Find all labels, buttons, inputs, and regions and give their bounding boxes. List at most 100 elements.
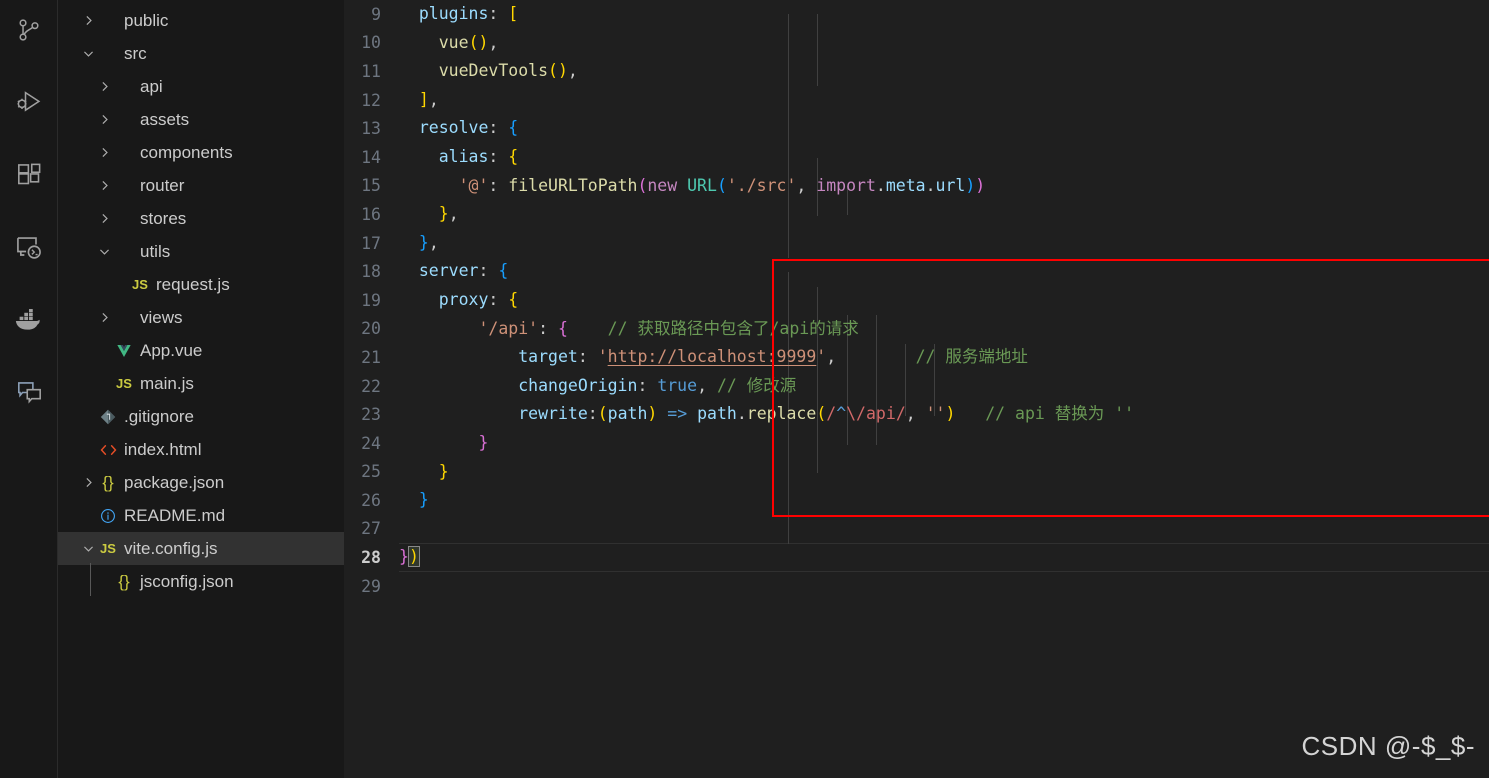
line-number: 15 (361, 176, 381, 196)
line-number: 24 (361, 433, 381, 453)
tree-item-stores[interactable]: stores (58, 202, 344, 235)
tree-item-readme-md[interactable]: README.md (58, 499, 344, 532)
code-line[interactable]: 20 '/api': { // 获取路径中包含了/api的请求 (344, 315, 1489, 344)
code-line-text: }, (418, 232, 439, 252)
code-line[interactable]: 29 (344, 572, 1489, 601)
tree-item-views[interactable]: views (58, 301, 344, 334)
tree-item-label: router (140, 176, 185, 195)
tree-item-label: stores (140, 209, 187, 228)
tree-item-vite-config-js[interactable]: JS vite.config.js (58, 532, 344, 565)
code-line[interactable]: 11 vueDevTools(), (344, 57, 1489, 86)
code-line[interactable]: 23 rewrite:(path) => path.replace(/^\/ap… (344, 400, 1489, 429)
tree-item-assets[interactable]: assets (58, 103, 344, 136)
code-line[interactable]: 27 (344, 515, 1489, 544)
code-line-text: }) (399, 546, 420, 568)
line-number: 22 (361, 376, 381, 396)
code-line[interactable]: 10 vue(), (344, 29, 1489, 58)
js-file-icon: JS (116, 376, 132, 391)
line-number: 11 (361, 61, 381, 81)
chevron-right-icon[interactable] (96, 103, 113, 136)
gitignore-file-icon (97, 409, 119, 425)
code-line[interactable]: 12 ], (344, 86, 1489, 115)
code-line[interactable]: 25 } (344, 458, 1489, 487)
code-line-text: target: 'http://localhost:9999', // 服务端地… (518, 347, 1028, 367)
line-number: 9 (371, 4, 381, 24)
chevron-down-icon[interactable] (80, 37, 97, 70)
tree-item-package-json[interactable]: {} package.json (58, 466, 344, 499)
tree-item-label: request.js (156, 275, 230, 294)
code-line-text: ], (418, 89, 439, 109)
tree-item-main-js[interactable]: JS main.js (58, 367, 344, 400)
tree-item-api[interactable]: api (58, 70, 344, 103)
code-line[interactable]: 14 alias: { (344, 143, 1489, 172)
line-number: 29 (361, 576, 381, 596)
tree-item-router[interactable]: router (58, 169, 344, 202)
tree-item-gitignore[interactable]: .gitignore (58, 400, 344, 433)
chevron-right-icon[interactable] (96, 301, 113, 334)
code-line[interactable]: 22 changeOrigin: true, // 修改源 (344, 372, 1489, 401)
code-line-text: server: { (418, 261, 509, 281)
tree-item-utils[interactable]: utils (58, 235, 344, 268)
line-number: 16 (361, 204, 381, 224)
tree-item-src[interactable]: src (58, 37, 344, 70)
tree-item-label: jsconfig.json (140, 572, 234, 591)
line-number: 27 (361, 519, 381, 539)
code-editor[interactable]: 9 plugins: [10 vue(), 11 vueDevTools(), 12… (344, 0, 1489, 778)
code-line-text: } (418, 490, 429, 510)
chevron-right-icon[interactable] (96, 136, 113, 169)
tree-item-app-vue[interactable]: App.vue (58, 334, 344, 367)
html-file-icon (97, 443, 119, 457)
tree-item-label: index.html (124, 440, 202, 459)
code-line[interactable]: 15 '@': fileURLToPath(new URL('./src', i… (344, 172, 1489, 201)
tree-item-label: components (140, 143, 233, 162)
tree-item-components[interactable]: components (58, 136, 344, 169)
js-file-icon: JS (100, 541, 116, 556)
tree-item-request-js[interactable]: JS request.js (58, 268, 344, 301)
code-line[interactable]: 13 resolve: { (344, 114, 1489, 143)
code-line[interactable]: 24 } (344, 429, 1489, 458)
chevron-right-icon[interactable] (96, 70, 113, 103)
source-control-icon[interactable] (0, 6, 58, 54)
explorer-file-tree[interactable]: public src api assets components router stores… (58, 0, 344, 778)
chevron-right-icon[interactable] (96, 169, 113, 202)
tree-item-jsconfig-json[interactable]: {} jsconfig.json (58, 565, 344, 598)
line-number: 28 (361, 548, 381, 568)
code-line[interactable]: 16 }, (344, 200, 1489, 229)
line-number: 19 (361, 290, 381, 310)
code-line[interactable]: 19 proxy: { (344, 286, 1489, 315)
chevron-right-icon[interactable] (96, 202, 113, 235)
chevron-down-icon[interactable] (80, 532, 97, 565)
line-number: 13 (361, 119, 381, 139)
vscode-window: public src api assets components router stores… (0, 0, 1489, 778)
chevron-right-icon[interactable] (80, 466, 97, 499)
tree-item-index-html[interactable]: index.html (58, 433, 344, 466)
code-line[interactable]: 9 plugins: [ (344, 0, 1489, 29)
chevron-down-icon[interactable] (96, 235, 113, 268)
tree-item-label: App.vue (140, 341, 203, 360)
code-line[interactable]: 18 server: { (344, 257, 1489, 286)
tree-item-public[interactable]: public (58, 4, 344, 37)
run-and-debug-icon[interactable] (0, 78, 58, 126)
activity-bar (0, 0, 58, 778)
code-line-text: } (478, 432, 489, 452)
extensions-icon[interactable] (0, 150, 58, 198)
docker-icon[interactable] (0, 296, 58, 344)
code-line[interactable]: 26 } (344, 486, 1489, 515)
chevron-right-icon[interactable] (80, 4, 97, 37)
code-line[interactable]: 28}) (344, 543, 1489, 572)
code-line-text: rewrite:(path) => path.replace(/^\/api/,… (518, 404, 1135, 424)
tree-item-label: package.json (124, 473, 225, 492)
tree-item-label: .gitignore (124, 407, 194, 426)
tree-item-label: public (124, 11, 169, 30)
line-number: 21 (361, 347, 381, 367)
code-line[interactable]: 21 target: 'http://localhost:9999', // 服… (344, 343, 1489, 372)
tree-item-label: src (124, 44, 147, 63)
code-line-text: vueDevTools(), (438, 61, 578, 81)
remote-explorer-icon[interactable] (0, 224, 58, 272)
line-number: 14 (361, 147, 381, 167)
code-line[interactable]: 17 }, (344, 229, 1489, 258)
code-line-text: alias: { (438, 147, 519, 167)
code-lines[interactable]: 9 plugins: [10 vue(), 11 vueDevTools(), 12… (344, 0, 1489, 778)
code-line-text: plugins: [ (418, 4, 519, 24)
chat-icon[interactable] (0, 368, 58, 416)
